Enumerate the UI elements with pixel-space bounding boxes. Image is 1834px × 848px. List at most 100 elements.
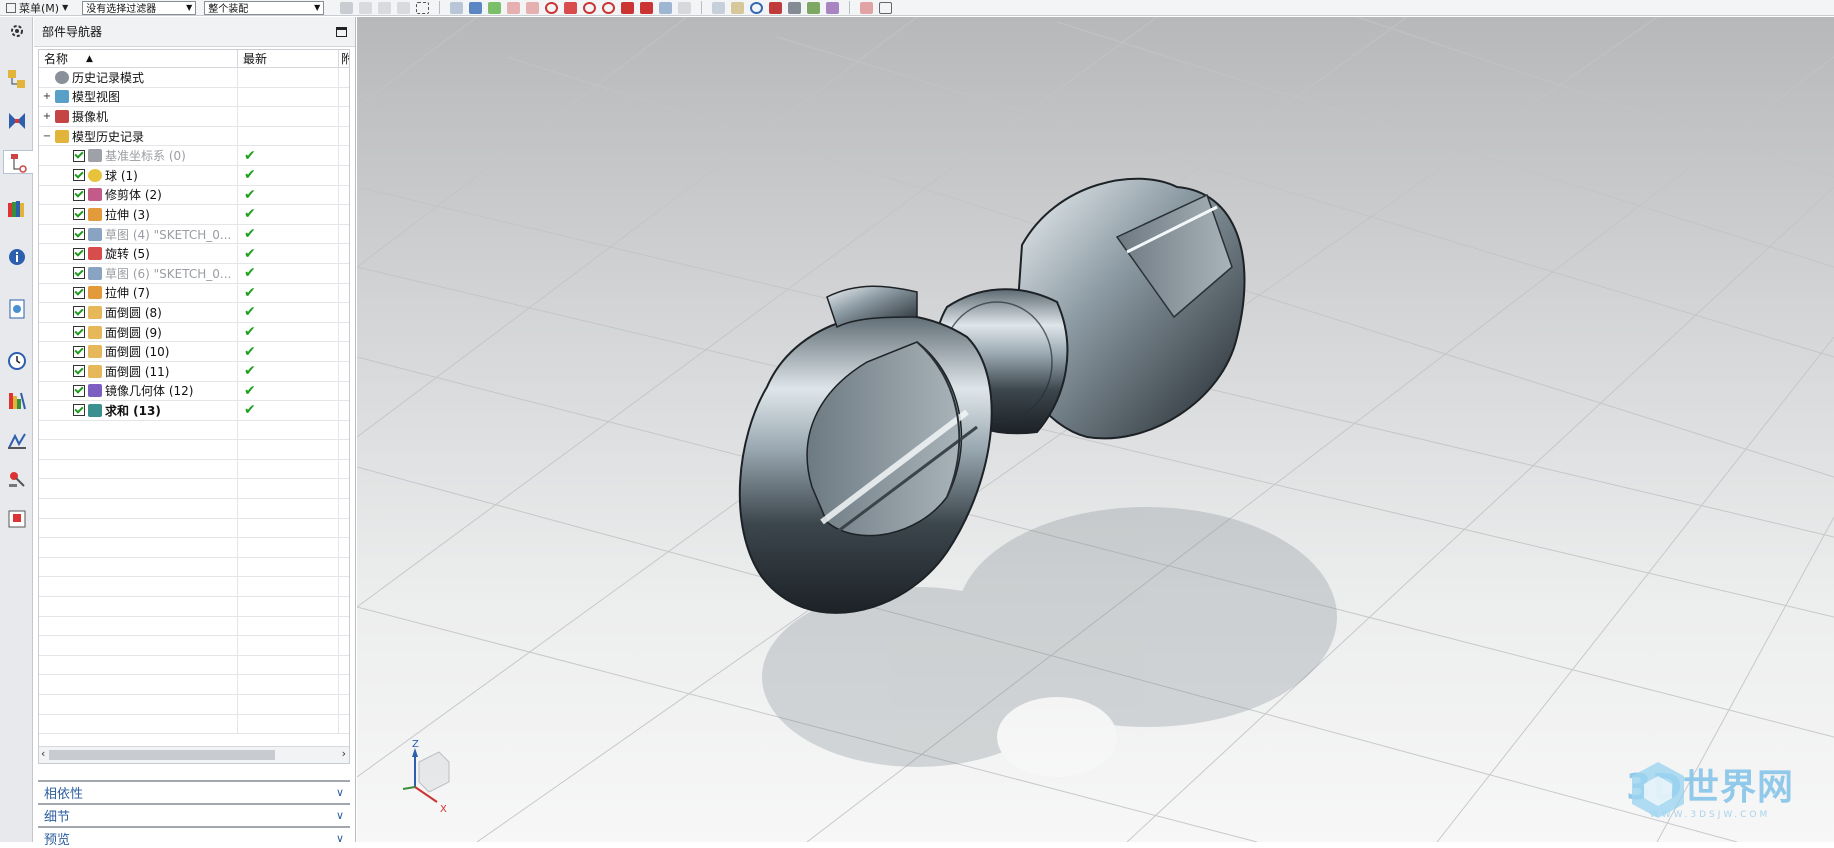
tree-row-name-cell: 基准坐标系 (0) (39, 146, 238, 165)
perpendicular-icon[interactable] (640, 1, 654, 14)
render-style-icon[interactable] (769, 1, 783, 14)
fit-icon[interactable] (712, 1, 726, 14)
tree-row[interactable]: 拉伸 (3) ✔ (39, 205, 349, 225)
visibility-checkbox[interactable] (73, 247, 85, 260)
column-header-extra[interactable]: 附 (339, 50, 349, 67)
tree-row[interactable]: 镜像几何体 (12) ✔ (39, 381, 349, 402)
cube-icon[interactable] (450, 1, 464, 14)
web-browser-icon[interactable] (5, 297, 29, 321)
solid-cube-icon[interactable] (469, 1, 483, 14)
expand-icon[interactable]: + (42, 111, 52, 122)
tree-row[interactable]: − 模型历史记录 (39, 126, 349, 147)
expand-icon[interactable]: + (42, 91, 52, 102)
process-studio-icon[interactable] (5, 429, 29, 453)
visibility-checkbox[interactable] (73, 326, 85, 339)
visibility-checkbox[interactable] (73, 169, 85, 182)
view-icon[interactable] (659, 1, 673, 14)
quadrant-icon[interactable] (602, 1, 616, 14)
tree-row[interactable]: 旋转 (5) ✔ (39, 244, 349, 264)
settings-icon[interactable] (5, 19, 29, 43)
tree-row-extra-cell (339, 264, 349, 283)
empty-tree-row (39, 440, 349, 460)
snap-icon[interactable] (359, 1, 373, 14)
measure-icon[interactable] (860, 1, 874, 14)
dependencies-section[interactable]: 相依性 ∨ (38, 780, 350, 802)
point-icon[interactable] (378, 1, 392, 14)
arc-icon[interactable] (545, 1, 559, 14)
material-icon[interactable] (807, 1, 821, 14)
zoom-icon[interactable] (731, 1, 745, 14)
collapse-icon[interactable]: − (42, 131, 52, 142)
empty-tree-row (39, 499, 349, 519)
visibility-checkbox[interactable] (73, 267, 85, 280)
part-navigator-icon[interactable] (3, 150, 33, 174)
snap-line-icon[interactable] (507, 1, 521, 14)
cursor-icon[interactable] (397, 1, 411, 14)
select-icon[interactable] (340, 1, 354, 14)
visibility-checkbox[interactable] (73, 306, 85, 319)
up-to-date-check-icon: ✔ (244, 206, 256, 223)
info-window-icon[interactable] (5, 245, 29, 269)
snap-midpoint-icon[interactable] (526, 1, 540, 14)
face-blend-icon (88, 345, 102, 359)
roles-icon[interactable] (5, 507, 29, 531)
maximize-icon[interactable] (336, 26, 347, 37)
menu-button[interactable]: 菜单(M) ▼ (0, 0, 74, 15)
column-extra-label: 附 (341, 50, 349, 67)
tree-row[interactable]: 草图 (4) "SKETCH_0... ✔ (39, 224, 349, 245)
scroll-right-icon[interactable]: › (342, 747, 346, 760)
display-icon[interactable] (826, 1, 840, 14)
manufacturing-wizard-icon[interactable] (5, 467, 29, 491)
preview-section[interactable]: 预览 ∨ (38, 826, 350, 848)
column-name-label: 名称 (44, 52, 69, 66)
selection-filter-select[interactable]: 没有选择过滤器 ▼ (82, 0, 197, 15)
details-section[interactable]: 细节 ∨ (38, 803, 350, 825)
constraint-navigator-icon[interactable] (5, 109, 29, 133)
tree-row[interactable]: 修剪体 (2) ✔ (39, 185, 349, 206)
tree-row[interactable]: 球 (1) ✔ (39, 165, 349, 186)
palette-icon[interactable] (5, 389, 29, 413)
visibility-checkbox[interactable] (73, 228, 85, 241)
column-header-latest[interactable]: 最新 (238, 50, 339, 67)
horizontal-scrollbar[interactable]: ‹ › (39, 746, 349, 763)
snap-endpoint-icon[interactable] (488, 1, 502, 14)
shade-icon[interactable] (788, 1, 802, 14)
tree-row[interactable]: 面倒圆 (9) ✔ (39, 322, 349, 343)
selection-scope-select[interactable]: 整个装配 ▼ (204, 0, 325, 15)
visibility-checkbox[interactable] (73, 286, 85, 299)
sphere-icon (88, 168, 102, 182)
rotate-icon[interactable] (750, 1, 764, 14)
visibility-checkbox[interactable] (73, 188, 85, 201)
grid-icon[interactable] (879, 1, 893, 14)
scroll-left-icon[interactable]: ‹ (41, 747, 45, 760)
tree-row[interactable]: 面倒圆 (10) ✔ (39, 342, 349, 362)
tree-row[interactable]: + 摄像机 (39, 107, 349, 127)
visibility-checkbox[interactable] (73, 384, 85, 397)
visibility-checkbox[interactable] (73, 404, 85, 417)
tree-row[interactable]: 草图 (6) "SKETCH_0... ✔ (39, 263, 349, 284)
assembly-navigator-icon[interactable] (5, 67, 29, 91)
tree-row[interactable]: 拉伸 (7) ✔ (39, 283, 349, 304)
box-select-icon[interactable] (416, 1, 430, 14)
layer-icon[interactable] (678, 1, 692, 14)
center-icon[interactable] (583, 1, 597, 14)
reuse-library-icon[interactable] (5, 197, 29, 221)
visibility-checkbox[interactable] (73, 149, 85, 162)
tangent-icon[interactable] (621, 1, 635, 14)
visibility-checkbox[interactable] (73, 208, 85, 221)
tree-row-latest-cell: ✔ (238, 401, 339, 420)
visibility-checkbox[interactable] (73, 345, 85, 358)
column-header-name[interactable]: 名称 ▲ (39, 50, 238, 67)
intersection-icon[interactable] (564, 1, 578, 14)
history-icon[interactable] (5, 349, 29, 373)
tree-row[interactable]: 历史记录模式 (39, 68, 349, 88)
clock-icon (55, 70, 69, 84)
tree-row[interactable]: 面倒圆 (8) ✔ (39, 303, 349, 323)
graphics-window[interactable]: Z X 3D世界网 WWW.3DSJW.COM (357, 17, 1834, 842)
tree-row[interactable]: 基准坐标系 (0) ✔ (39, 146, 349, 166)
visibility-checkbox[interactable] (73, 365, 85, 378)
tree-row[interactable]: + 模型视图 (39, 87, 349, 108)
scrollbar-thumb[interactable] (49, 750, 275, 760)
tree-row[interactable]: 面倒圆 (11) ✔ (39, 361, 349, 382)
tree-row[interactable]: 求和 (13) ✔ (39, 401, 349, 421)
